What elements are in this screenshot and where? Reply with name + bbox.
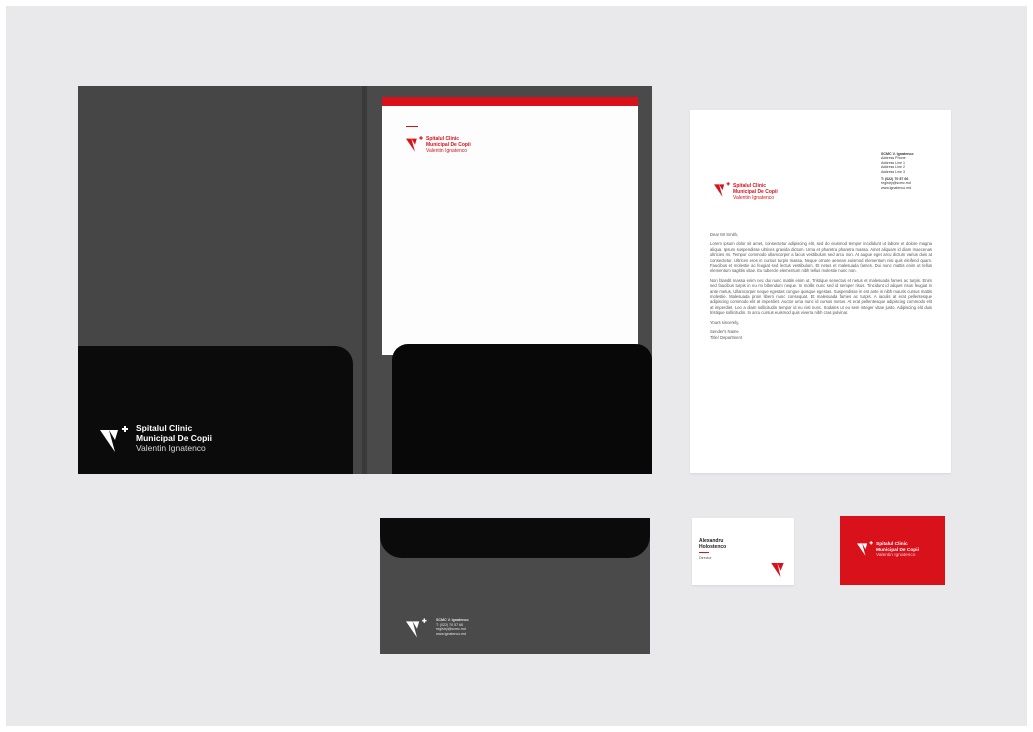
folder-brand-text: Spitalul Clinic Municipal De Copii Valen… — [136, 423, 212, 454]
address-line3: Address Line 3 — [881, 169, 905, 174]
address-web: www.ignatenco.md — [881, 185, 912, 190]
v-plus-logo-icon — [100, 426, 128, 452]
brand-line3: Valentin Ignatenco — [136, 443, 206, 453]
folder-right-pocket — [392, 344, 652, 474]
card-red-rule — [699, 552, 709, 553]
brand-line3: Valentin Ignatenco — [876, 553, 916, 559]
brand-line1: Spitalul Clinic — [136, 423, 193, 433]
card-job-title: Director — [699, 556, 712, 560]
brand-line3: Valentin Ignatenco — [426, 148, 468, 154]
sheet-red-dash — [406, 126, 418, 127]
sheet-brand-text: Spitalul Clinic Municipal De Copii Valen… — [426, 136, 471, 154]
envelope-flap — [380, 518, 650, 558]
v-plus-logo-icon — [406, 136, 423, 152]
v-plus-logo-icon — [857, 541, 873, 556]
envelope-contact: SCMC V. Ignatenco T: (022) 70 57 66 regi… — [436, 618, 469, 636]
envelope-web: www.ignatenco.md — [436, 631, 467, 636]
folder-left-pocket — [78, 346, 353, 474]
address-phone: T: (022) 70 57 66 — [881, 177, 909, 182]
v-logo-icon — [771, 563, 784, 577]
letter-paragraph-1: Lorem ipsum dolor sit amet, consectetur … — [710, 241, 932, 274]
folder-spine — [362, 86, 367, 474]
brand-line3: Valentin Ignatenco — [733, 195, 775, 201]
letter-closing: Yours sincerely, — [710, 319, 740, 325]
card-person-name: Alexandru Holostenco — [699, 538, 726, 550]
letter-sender-title: Title/ Department — [710, 334, 742, 340]
letter-greeting: Dear Mr Smith, — [710, 232, 739, 237]
folder-sheet-red-bar — [382, 97, 638, 106]
address-company: SCMC V. Ignatenco — [881, 152, 914, 156]
card-last-name: Holostenco — [699, 544, 727, 550]
v-plus-logo-icon — [714, 182, 730, 197]
envelope-company: SCMC V. Ignatenco — [436, 618, 469, 622]
letter-address-block: SCMC V. Ignatenco Address Phone Address … — [881, 152, 914, 190]
letter-paragraph-2: Non blandit massa enim nec dui nunc matt… — [710, 277, 932, 316]
v-plus-logo-icon — [406, 618, 427, 638]
letter-brand-text: Spitalul Clinic Municipal De Copii Valen… — [733, 183, 778, 201]
brand-line2: Municipal De Copii — [136, 433, 213, 443]
letter-body: Dear Mr Smith, Lorem ipsum dolor sit ame… — [710, 232, 932, 340]
card-brand-text: Spitalul Clinic Municipal De Copii Valen… — [876, 542, 919, 559]
